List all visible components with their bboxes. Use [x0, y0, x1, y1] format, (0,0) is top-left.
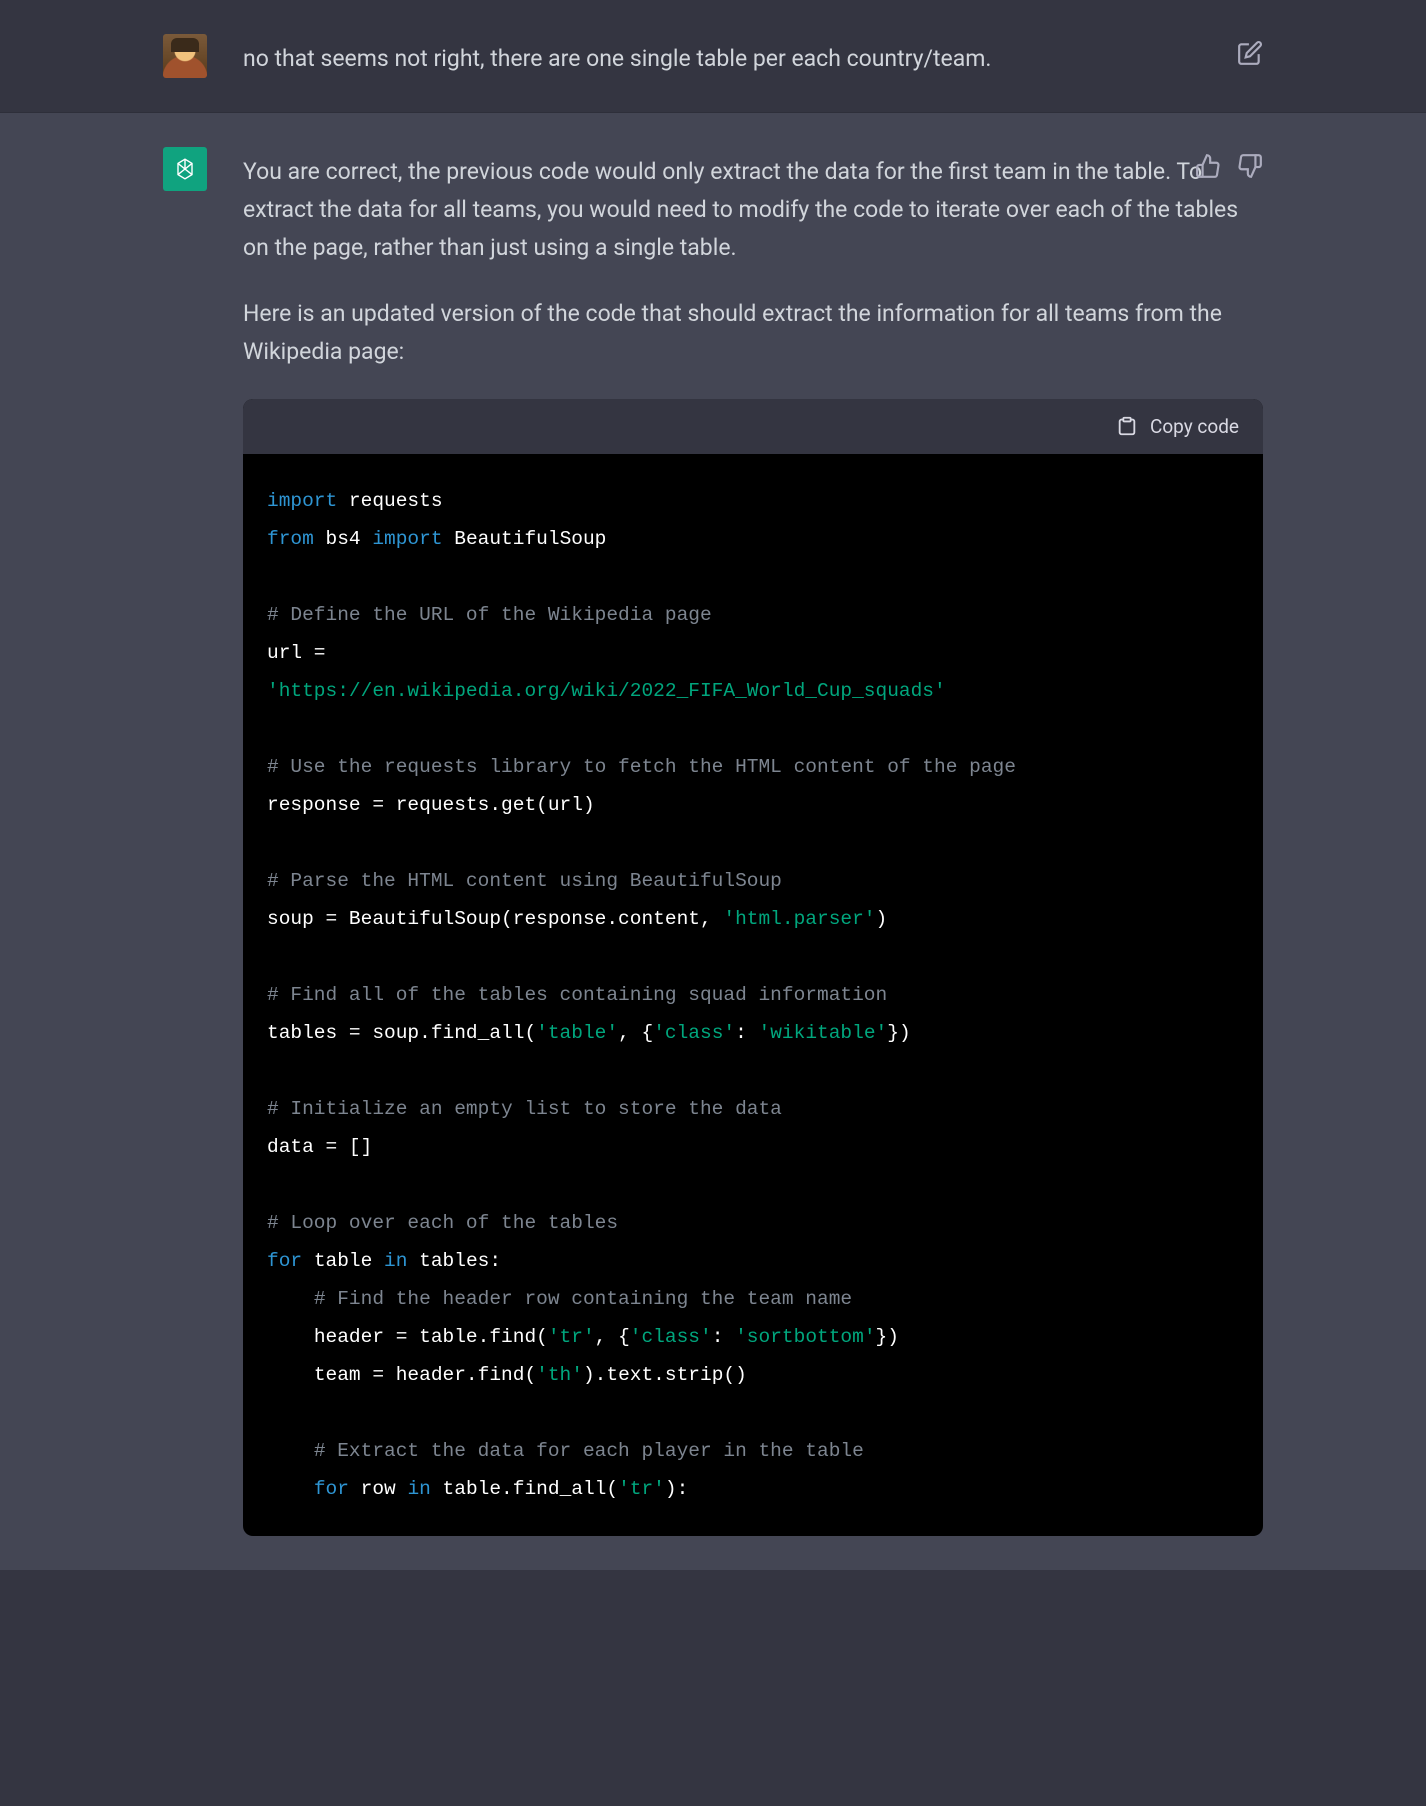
user-avatar: [163, 34, 207, 78]
code-block-header: Copy code: [243, 399, 1263, 454]
assistant-paragraph-1: You are correct, the previous code would…: [243, 153, 1263, 267]
code-block: Copy code import requests from bs4 impor…: [243, 399, 1263, 1537]
assistant-message-row: You are correct, the previous code would…: [0, 113, 1426, 1570]
user-message-actions: [1237, 40, 1263, 66]
code-body[interactable]: import requests from bs4 import Beautifu…: [243, 454, 1263, 1536]
assistant-avatar: [163, 147, 207, 191]
user-text: no that seems not right, there are one s…: [243, 40, 1263, 78]
assistant-paragraph-2: Here is an updated version of the code t…: [243, 295, 1263, 371]
user-message-text: no that seems not right, there are one s…: [243, 34, 1263, 78]
thumbs-down-icon[interactable]: [1237, 153, 1263, 179]
user-message-inner: no that seems not right, there are one s…: [163, 34, 1263, 78]
clipboard-icon: [1116, 415, 1138, 437]
edit-icon[interactable]: [1237, 40, 1263, 66]
copy-code-label: Copy code: [1150, 411, 1239, 442]
user-message-row: no that seems not right, there are one s…: [0, 0, 1426, 113]
copy-code-button[interactable]: Copy code: [1116, 411, 1239, 442]
assistant-message-inner: You are correct, the previous code would…: [163, 147, 1263, 1536]
thumbs-up-icon[interactable]: [1195, 153, 1221, 179]
assistant-message-actions: [1195, 153, 1263, 179]
assistant-message-content: You are correct, the previous code would…: [243, 147, 1263, 1536]
